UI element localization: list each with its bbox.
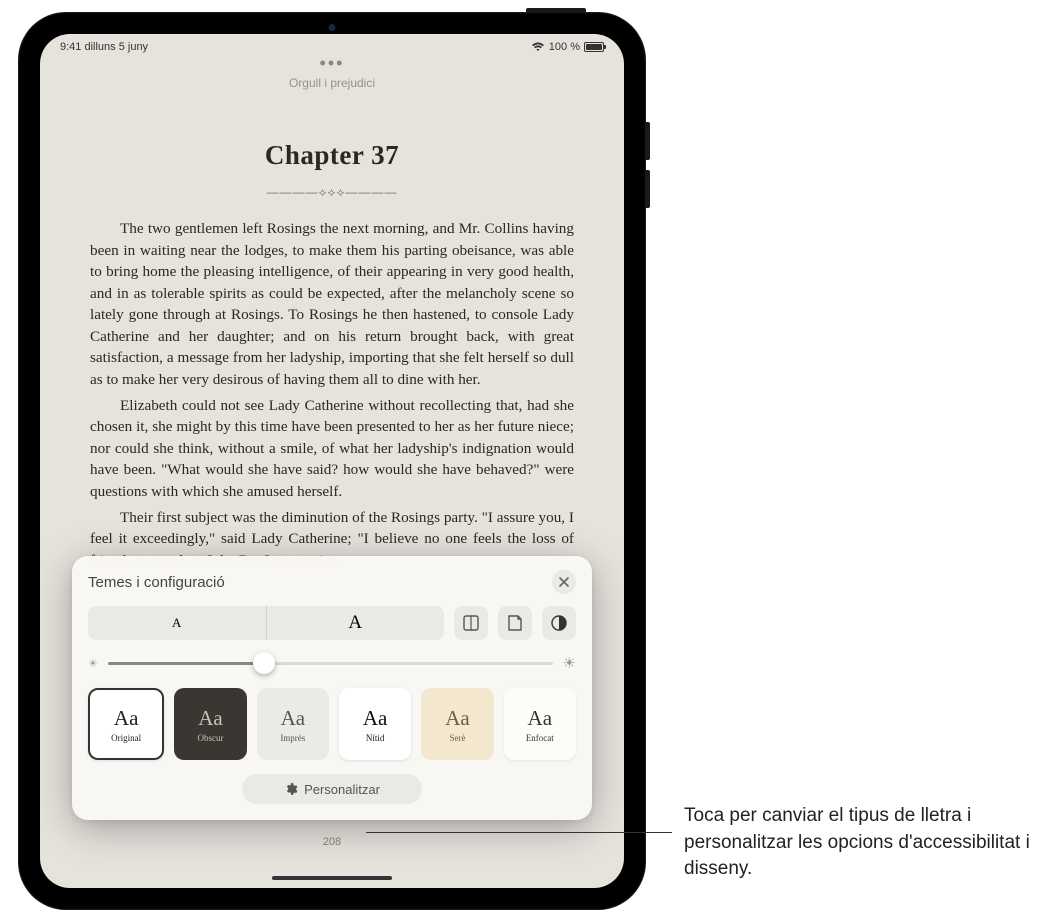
- theme-nitid[interactable]: Aa Nítid: [339, 688, 411, 760]
- status-right: 100 %: [531, 41, 604, 53]
- wifi-icon: [531, 42, 545, 52]
- theme-enfocat[interactable]: Aa Enfocat: [504, 688, 576, 760]
- theme-aa: Aa: [114, 706, 139, 731]
- theme-label: Nítid: [366, 733, 385, 743]
- page-content[interactable]: Chapter 37 ————⟡⟡⟡———— The two gentlemen…: [40, 90, 624, 571]
- theme-aa: Aa: [363, 706, 388, 731]
- theme-sere[interactable]: Aa Serè: [421, 688, 493, 760]
- brightness-slider-row: ☀ ☀: [88, 654, 576, 672]
- themes-row: Aa Original Aa Obscur Aa Imprès Aa Nítid…: [88, 688, 576, 760]
- book-title: Orgull i prejudici: [40, 76, 624, 90]
- sun-small-icon: ☀: [88, 657, 98, 670]
- font-smaller-button[interactable]: A: [88, 606, 267, 640]
- scroll-mode-button[interactable]: [454, 606, 488, 640]
- page-columns-icon: [462, 614, 480, 632]
- chapter-heading: Chapter 37: [90, 140, 574, 171]
- sun-large-icon: ☀: [563, 654, 576, 672]
- divider-ornament: ————⟡⟡⟡————: [90, 185, 574, 200]
- theme-label: Serè: [449, 733, 465, 743]
- page-number: 208: [40, 836, 624, 848]
- more-icon[interactable]: •••: [40, 58, 624, 68]
- font-larger-button[interactable]: A: [267, 606, 445, 640]
- theme-aa: Aa: [445, 706, 470, 731]
- theme-original[interactable]: Aa Original: [88, 688, 164, 760]
- contrast-icon: [550, 614, 568, 632]
- screen: 9:41 dilluns 5 juny 100 % ••• Orgull i p…: [40, 34, 624, 888]
- appearance-toggle-button[interactable]: [542, 606, 576, 640]
- callout-line: [366, 832, 672, 833]
- camera-icon: [329, 24, 336, 31]
- callout-text: Toca per canviar el tipus de lletra i pe…: [684, 803, 1034, 883]
- ipad-frame: 9:41 dilluns 5 juny 100 % ••• Orgull i p…: [18, 12, 646, 910]
- theme-aa: Aa: [281, 706, 306, 731]
- volume-up-button: [646, 122, 650, 160]
- customize-label: Personalitzar: [304, 782, 380, 797]
- paragraph: The two gentlemen left Rosings the next …: [90, 218, 574, 391]
- battery-icon: [584, 42, 604, 52]
- theme-label: Original: [111, 733, 141, 743]
- theme-obscur[interactable]: Aa Obscur: [174, 688, 246, 760]
- theme-impres[interactable]: Aa Imprès: [257, 688, 329, 760]
- theme-label: Enfocat: [526, 733, 554, 743]
- status-time-date: 9:41 dilluns 5 juny: [60, 41, 148, 53]
- power-button: [526, 8, 586, 12]
- page-corner-icon: [507, 614, 523, 632]
- home-indicator[interactable]: [272, 876, 392, 880]
- theme-aa: Aa: [528, 706, 553, 731]
- slider-thumb[interactable]: [253, 652, 275, 674]
- battery-percent: 100 %: [549, 41, 580, 53]
- theme-label: Obscur: [197, 733, 223, 743]
- controls-row: A A: [88, 606, 576, 640]
- page-style-button[interactable]: [498, 606, 532, 640]
- panel-title: Temes i configuració: [88, 574, 225, 591]
- close-button[interactable]: [552, 570, 576, 594]
- gear-icon: [284, 782, 298, 796]
- panel-header: Temes i configuració: [88, 570, 576, 594]
- theme-aa: Aa: [198, 706, 223, 731]
- customize-button[interactable]: Personalitzar: [242, 774, 422, 804]
- paragraph: Elizabeth could not see Lady Catherine w…: [90, 395, 574, 503]
- theme-label: Imprès: [280, 733, 305, 743]
- font-size-stepper: A A: [88, 606, 444, 640]
- themes-settings-panel: Temes i configuració A A: [72, 556, 592, 820]
- brightness-slider[interactable]: [108, 662, 553, 665]
- volume-down-button: [646, 170, 650, 208]
- close-icon: [559, 577, 569, 587]
- slider-fill: [108, 662, 264, 665]
